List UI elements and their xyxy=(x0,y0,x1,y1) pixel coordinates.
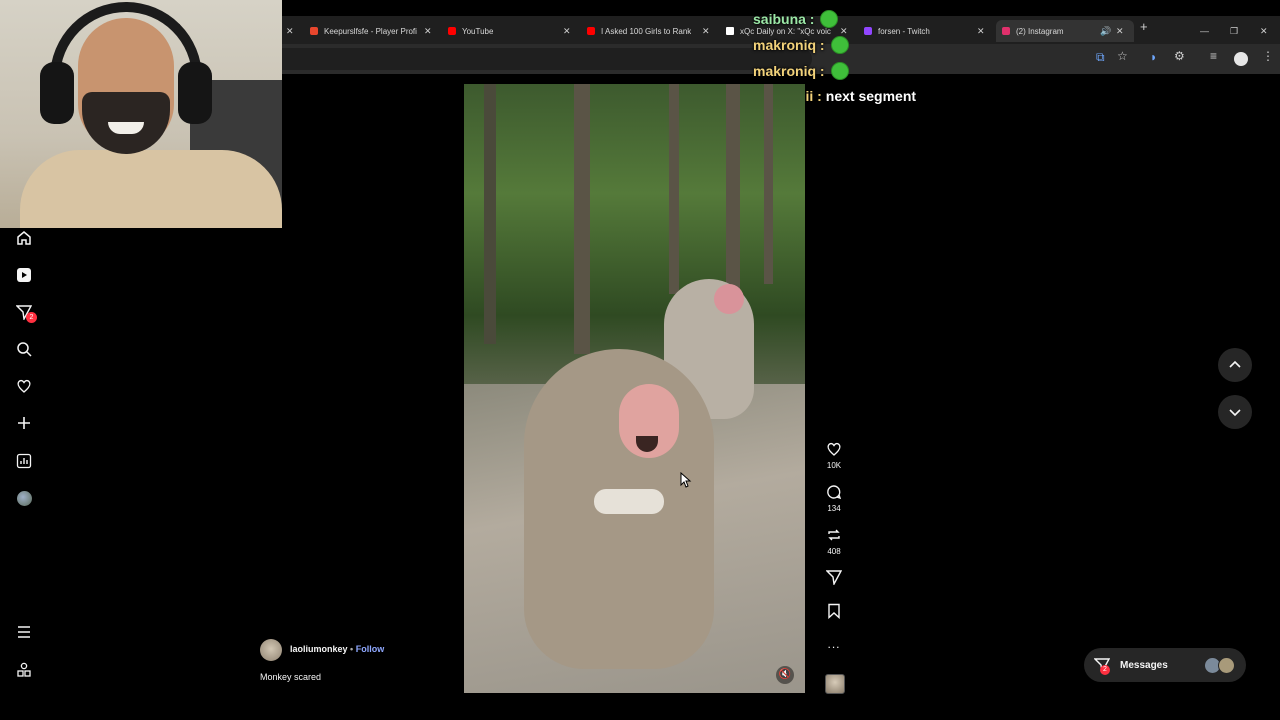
restore-icon[interactable]: ❐ xyxy=(1230,26,1238,36)
extensions-icon[interactable]: ⚙ xyxy=(1174,49,1185,63)
chevron-up-icon xyxy=(1229,360,1241,368)
messages-button[interactable]: 2 Messages xyxy=(1084,648,1246,682)
more-options-icon[interactable]: ... xyxy=(823,637,845,651)
send-icon[interactable] xyxy=(823,569,845,587)
reels-icon[interactable] xyxy=(14,265,34,285)
repost-icon[interactable] xyxy=(823,527,845,545)
comment-count: 134 xyxy=(827,504,841,513)
emote-icon xyxy=(830,36,849,54)
send-icon: 2 xyxy=(1093,657,1111,675)
chat-line: saibuna : xyxy=(753,10,839,28)
tab-close-icon[interactable]: ✕ xyxy=(424,26,432,36)
tab-close-icon[interactable]: ✕ xyxy=(977,26,985,36)
author-username[interactable]: laoliumonkey xyxy=(290,644,348,654)
like-count: 10K xyxy=(826,461,842,470)
heart-icon[interactable] xyxy=(14,376,34,396)
home-icon[interactable] xyxy=(14,228,34,248)
reel-video[interactable]: 🔇 xyxy=(464,84,805,693)
search-icon[interactable] xyxy=(14,339,34,359)
insights-icon[interactable] xyxy=(14,451,34,471)
emote-icon xyxy=(820,10,839,28)
minimize-icon[interactable]: — xyxy=(1200,26,1209,36)
comment-icon[interactable] xyxy=(823,484,845,502)
tab-close-icon[interactable]: ✕ xyxy=(563,26,571,36)
youtube-favicon-icon xyxy=(448,27,456,35)
create-icon[interactable] xyxy=(14,413,34,433)
chevron-down-icon xyxy=(1229,409,1241,417)
twitch-favicon-icon xyxy=(864,27,872,35)
headset-earcup xyxy=(40,62,74,124)
tab-audio-icon[interactable]: 🔊 xyxy=(1100,26,1111,36)
menu-icon[interactable] xyxy=(14,622,34,642)
share-action[interactable] xyxy=(823,569,845,587)
address-bar[interactable] xyxy=(282,48,812,70)
chat-username: makroniq : xyxy=(753,37,825,53)
chat-line: makroniq : xyxy=(753,36,849,54)
monkey-hand xyxy=(594,489,664,514)
like-action[interactable]: 10K xyxy=(823,441,845,470)
reel-caption: Monkey scared xyxy=(260,672,322,682)
profile-avatar[interactable] xyxy=(14,488,34,508)
chat-message: next segment xyxy=(825,88,917,104)
profile-avatar-icon[interactable] xyxy=(1234,52,1248,66)
chat-username: makroniq : xyxy=(753,63,825,79)
tree-trunk xyxy=(764,84,773,284)
contact-avatar xyxy=(1218,657,1235,674)
media-controls-icon[interactable]: ≡ xyxy=(1210,49,1217,63)
extension-audio-icon[interactable]: ◗ xyxy=(1150,50,1157,64)
tab-forsen-twitch[interactable]: forsen - Twitch xyxy=(864,20,974,42)
send-icon[interactable]: 2 xyxy=(14,302,37,323)
author-avatar[interactable] xyxy=(260,639,282,661)
notification-badge: 2 xyxy=(26,312,37,323)
bookmark-star-icon[interactable]: ☆ xyxy=(1117,49,1128,63)
new-tab-icon[interactable]: + xyxy=(1140,20,1148,33)
author-row: laoliumonkey • Follow xyxy=(290,644,384,654)
follow-button[interactable]: Follow xyxy=(356,644,385,654)
tab-close-icon[interactable]: ✕ xyxy=(840,26,848,36)
tab-i-asked-100-girls[interactable]: I Asked 100 Girls to Rank xyxy=(587,20,699,42)
chat-line: makroniq : xyxy=(753,62,849,80)
x-favicon-icon xyxy=(726,27,734,35)
tab-close-icon[interactable]: ✕ xyxy=(286,26,294,36)
tree-trunk xyxy=(574,84,590,354)
tab-close-icon[interactable]: ✕ xyxy=(1116,26,1124,36)
previous-reel-button[interactable] xyxy=(1218,348,1252,382)
emote-icon xyxy=(830,62,849,80)
chat-username: saibuna : xyxy=(753,11,815,27)
repost-count: 408 xyxy=(827,547,841,556)
mute-icon[interactable]: 🔇 xyxy=(776,666,794,684)
audio-thumbnail[interactable] xyxy=(825,674,845,694)
favicon-icon xyxy=(310,27,318,35)
youtube-favicon-icon xyxy=(587,27,595,35)
separator: • xyxy=(350,644,354,654)
tab-instagram[interactable]: (2) Instagram xyxy=(996,20,1134,42)
tab-close-icon[interactable]: ✕ xyxy=(702,26,710,36)
headset-earcup xyxy=(178,62,212,124)
webcam-overlay xyxy=(0,0,282,228)
repost-action[interactable]: 408 xyxy=(823,527,845,556)
comment-action[interactable]: 134 xyxy=(823,484,845,513)
translate-icon[interactable]: ⧉ xyxy=(1096,50,1105,65)
save-action[interactable] xyxy=(823,603,845,621)
shirt xyxy=(20,150,282,228)
messages-label: Messages xyxy=(1120,659,1168,671)
messages-badge: 2 xyxy=(1100,665,1110,675)
tree-trunk xyxy=(484,84,496,344)
instagram-favicon-icon xyxy=(1002,27,1010,35)
window-close-icon[interactable]: ✕ xyxy=(1260,26,1268,36)
tab-keepurslfsfe[interactable]: Keepurslfsfe - Player Profi xyxy=(310,20,426,42)
tab-youtube[interactable]: YouTube xyxy=(448,20,558,42)
tree-trunk xyxy=(669,84,679,294)
bookmark-icon[interactable] xyxy=(823,603,845,621)
cursor-icon xyxy=(680,472,692,488)
monkey-face xyxy=(714,284,744,314)
heart-icon[interactable] xyxy=(823,441,845,459)
tree-trunk xyxy=(726,84,740,314)
browser-menu-icon[interactable]: ⋮ xyxy=(1262,49,1274,63)
more-icon[interactable] xyxy=(14,660,34,680)
next-reel-button[interactable] xyxy=(1218,395,1252,429)
